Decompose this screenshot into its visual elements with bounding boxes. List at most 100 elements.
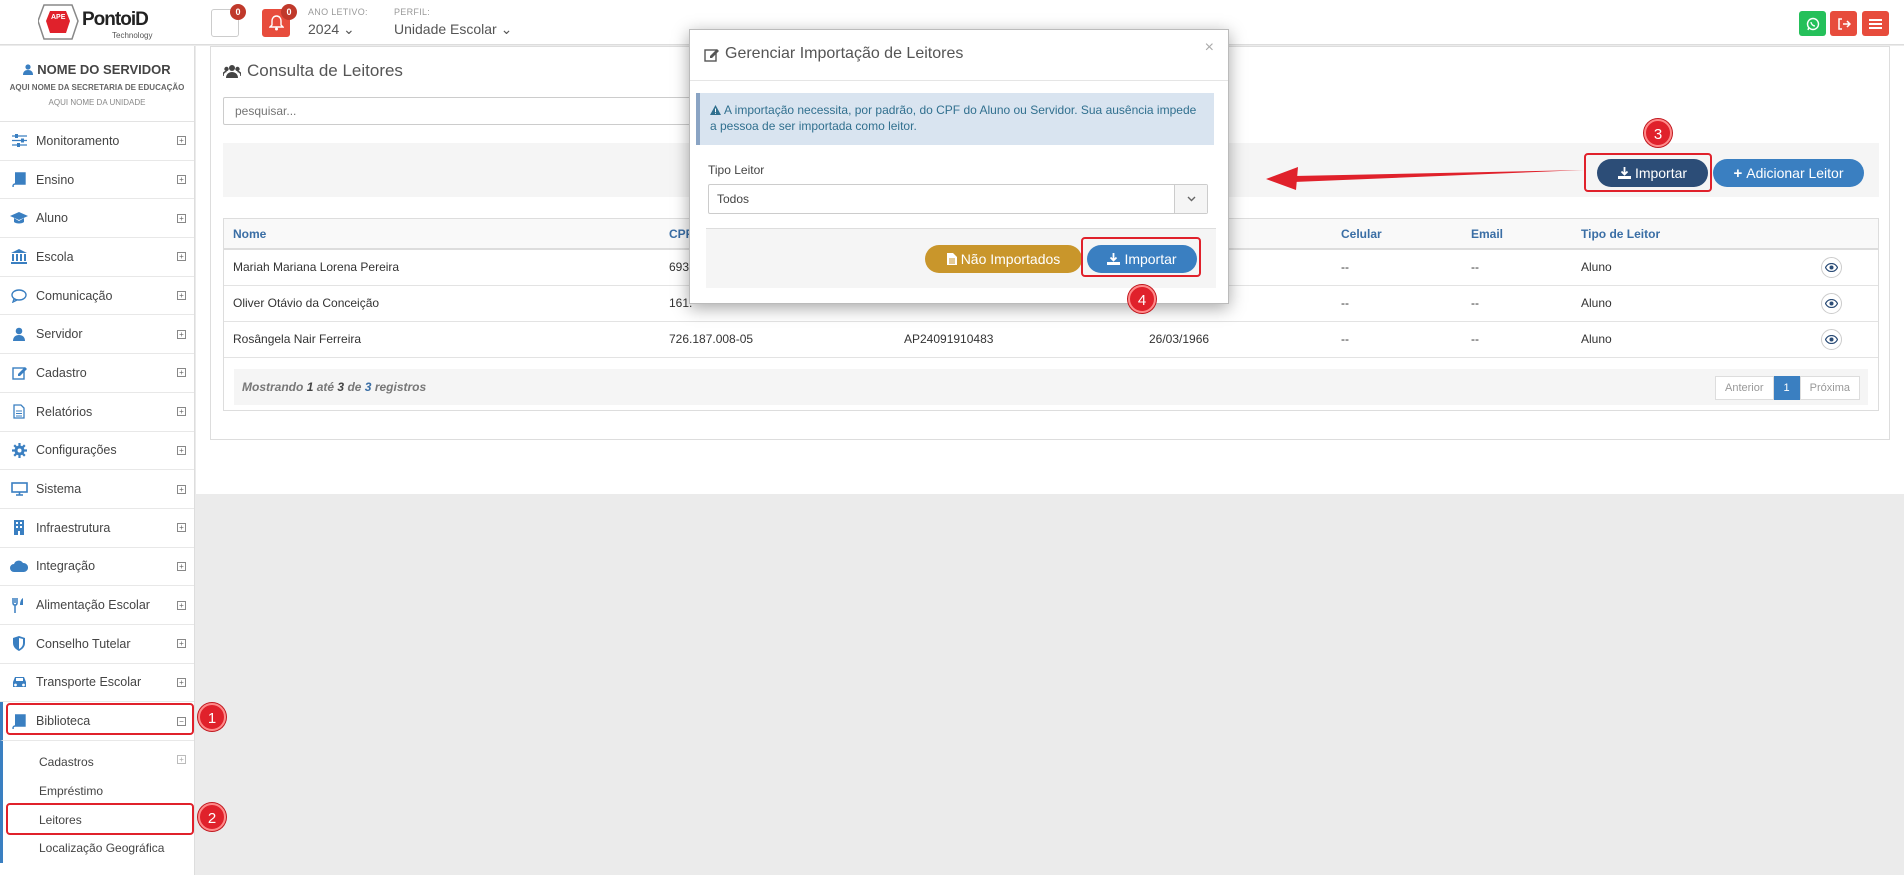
cell-nome: Rosângela Nair Ferreira bbox=[224, 321, 660, 358]
whatsapp-button[interactable] bbox=[1799, 11, 1826, 36]
sidebar-item-integracao[interactable]: Integração + bbox=[0, 548, 194, 587]
alerts-button[interactable]: 0 bbox=[262, 4, 297, 37]
cloud-icon bbox=[10, 558, 28, 574]
sidebar-item-transporte[interactable]: Transporte Escolar + bbox=[0, 664, 194, 703]
eye-icon bbox=[1825, 262, 1838, 272]
logo-text: PontoiD bbox=[82, 9, 149, 30]
sidebar-item-label: Aluno bbox=[36, 211, 68, 226]
expand-icon: + bbox=[177, 523, 186, 533]
sidebar-nav: Monitoramento + Ensino + Aluno + Escola + Co… bbox=[0, 122, 194, 863]
expand-icon: + bbox=[177, 484, 186, 494]
sidebar-item-servidor[interactable]: Servidor + bbox=[0, 315, 194, 355]
sidebar-subitem-localizacao[interactable]: Localização Geográfica bbox=[3, 834, 194, 863]
messages-button[interactable]: 0 bbox=[211, 4, 246, 37]
annotation-arrow bbox=[1266, 167, 1584, 190]
expand-icon: + bbox=[177, 329, 186, 339]
column-header[interactable]: Nome bbox=[224, 219, 660, 250]
sidebar-item-label: Integração bbox=[36, 559, 96, 574]
column-header-actions bbox=[1812, 219, 1878, 250]
column-header[interactable]: Celular bbox=[1332, 219, 1462, 250]
sign-out-icon bbox=[1837, 17, 1851, 31]
sidebar-item-label: Configurações bbox=[36, 443, 117, 458]
records-info: Mostrando 1 até 3 de 3 registros bbox=[242, 380, 427, 394]
tipo-leitor-select[interactable]: Todos bbox=[708, 184, 1208, 214]
sidebar-item-aluno[interactable]: Aluno + bbox=[0, 199, 194, 239]
expand-icon: + bbox=[177, 561, 186, 571]
expand-icon: + bbox=[177, 600, 186, 610]
menu-button[interactable] bbox=[1862, 11, 1889, 36]
sidebar-subitem-cadastros[interactable]: Cadastros + bbox=[3, 741, 194, 777]
expand-icon: + bbox=[177, 175, 186, 185]
sidebar-item-label: Sistema bbox=[36, 482, 82, 497]
sidebar-item-ensino[interactable]: Ensino + bbox=[0, 161, 194, 200]
user-unidade: AQUI NOME DA UNIDADE bbox=[48, 98, 146, 107]
sidebar-item-alimentacao[interactable]: Alimentação Escolar + bbox=[0, 586, 194, 625]
expand-icon: + bbox=[177, 252, 186, 262]
sidebar-subitem-emprestimo[interactable]: Empréstimo bbox=[3, 777, 194, 806]
pagination-prev[interactable]: Anterior bbox=[1715, 376, 1774, 400]
sidebar-subitem-label: Localização Geográfica bbox=[39, 841, 165, 856]
column-header[interactable]: Tipo de Leitor bbox=[1572, 219, 1812, 250]
ano-letivo-select[interactable]: ANO LETIVO: 2024 ⌄ bbox=[308, 7, 368, 38]
perfil-select[interactable]: PERFIL: Unidade Escolar ⌄ bbox=[394, 7, 512, 38]
view-button[interactable] bbox=[1821, 256, 1842, 278]
expand-icon: + bbox=[177, 639, 186, 649]
sidebar-item-comunicacao[interactable]: Comunicação + bbox=[0, 277, 194, 316]
user-panel: NOME DO SERVIDOR AQUI NOME DA SECRETARIA… bbox=[0, 46, 194, 122]
nao-importados-button[interactable]: Não Importados bbox=[925, 245, 1082, 273]
sidebar-item-label: Infraestrutura bbox=[36, 520, 111, 535]
eye-icon bbox=[1825, 334, 1838, 344]
sidebar-item-relatorios[interactable]: Relatórios + bbox=[0, 393, 194, 432]
ano-letivo-label: ANO LETIVO: bbox=[308, 7, 368, 17]
annotation-number: 2 bbox=[198, 803, 226, 831]
sidebar-item-label: Ensino bbox=[36, 172, 75, 187]
sidebar-item-label: Monitoramento bbox=[36, 133, 120, 148]
table-footer: Mostrando 1 até 3 de 3 registros Anterio… bbox=[234, 369, 1868, 405]
file-icon bbox=[10, 404, 28, 420]
expand-icon: + bbox=[177, 445, 186, 455]
shield-icon bbox=[10, 636, 28, 652]
whatsapp-icon bbox=[1806, 17, 1820, 31]
sliders-icon bbox=[10, 133, 28, 149]
sidebar-item-configuracoes[interactable]: Configurações + bbox=[0, 432, 194, 471]
user-icon bbox=[10, 326, 28, 342]
tipo-leitor-value: Todos bbox=[717, 192, 750, 206]
cell-nome: Mariah Mariana Lorena Pereira bbox=[224, 249, 660, 286]
logout-button[interactable] bbox=[1830, 11, 1857, 36]
tipo-leitor-label: Tipo Leitor bbox=[708, 163, 765, 177]
expand-icon: + bbox=[177, 407, 186, 417]
sidebar-item-escola[interactable]: Escola + bbox=[0, 238, 194, 277]
expand-icon: + bbox=[177, 136, 186, 146]
users-icon bbox=[223, 64, 241, 78]
view-button[interactable] bbox=[1821, 328, 1842, 350]
cell-tipo: Aluno bbox=[1572, 249, 1812, 286]
pagination-page[interactable]: 1 bbox=[1773, 376, 1800, 400]
graduation-cap-icon bbox=[10, 210, 28, 226]
annotation-box-importar bbox=[1584, 153, 1712, 192]
pagination-next[interactable]: Próxima bbox=[1799, 376, 1860, 400]
user-secretaria: AQUI NOME DA SECRETARIA DE EDUCAÇÃO bbox=[9, 83, 185, 92]
eye-icon bbox=[1825, 298, 1838, 308]
sidebar-item-infraestrutura[interactable]: Infraestrutura + bbox=[0, 509, 194, 548]
sidebar-item-cadastro[interactable]: Cadastro + bbox=[0, 354, 194, 393]
add-leitor-button[interactable]: + Adicionar Leitor bbox=[1713, 159, 1864, 187]
cell-codigo: AP24091910483 bbox=[895, 321, 1140, 358]
biblioteca-submenu: Cadastros + Empréstimo Leitores Localizaç… bbox=[0, 741, 194, 863]
utensils-icon bbox=[10, 597, 28, 613]
view-button[interactable] bbox=[1821, 292, 1842, 314]
sidebar-subitem-label: Empréstimo bbox=[39, 784, 104, 799]
page-title: Consulta de Leitores bbox=[247, 61, 403, 80]
chevron-down-icon bbox=[1174, 185, 1207, 213]
sidebar-item-monitoramento[interactable]: Monitoramento + bbox=[0, 122, 194, 161]
search-input[interactable] bbox=[223, 97, 743, 125]
cell-email: -- bbox=[1462, 321, 1572, 358]
annotation-box-modal-importar bbox=[1081, 237, 1201, 277]
user-name: NOME DO SERVIDOR bbox=[37, 62, 171, 77]
sidebar-item-conselho-tutelar[interactable]: Conselho Tutelar + bbox=[0, 625, 194, 664]
close-icon[interactable]: × bbox=[1205, 39, 1214, 57]
logo[interactable]: APE PontoiD Technology bbox=[38, 1, 158, 43]
cell-nome: Oliver Otávio da Conceição bbox=[224, 285, 660, 322]
sidebar-item-sistema[interactable]: Sistema + bbox=[0, 470, 194, 509]
table-row[interactable]: Rosângela Nair Ferreira 726.187.008-05 A… bbox=[224, 321, 1878, 358]
column-header[interactable]: Email bbox=[1462, 219, 1572, 250]
